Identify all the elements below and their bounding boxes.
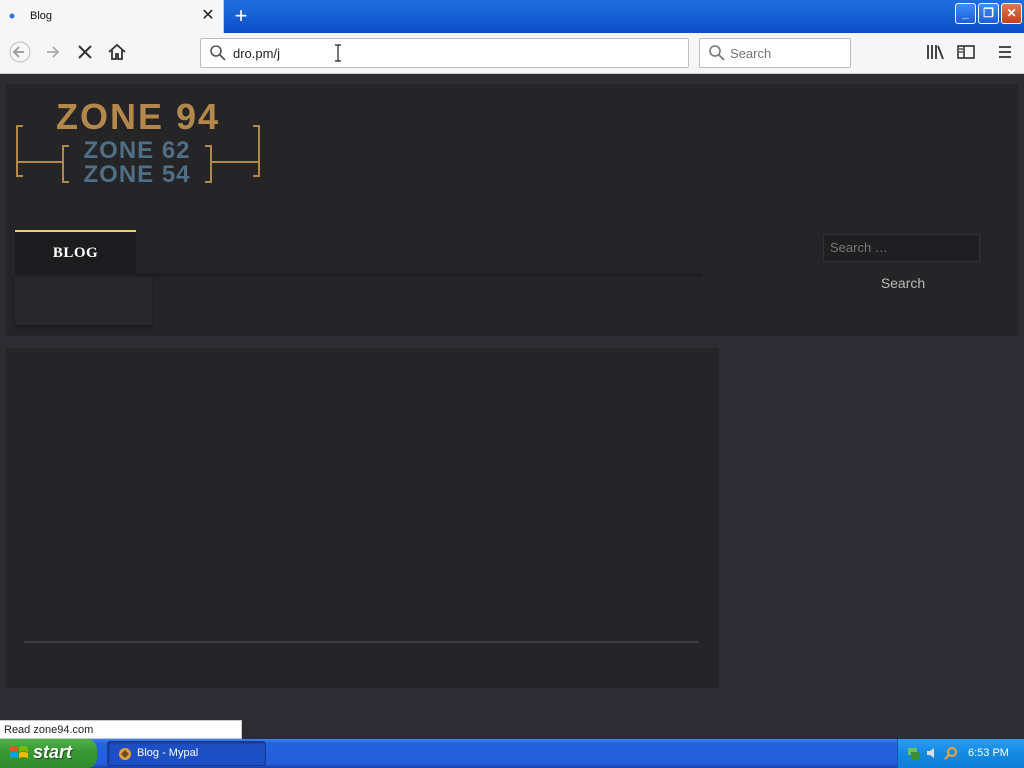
taskbar-item-browser[interactable]: Blog - Mypal [107, 741, 266, 766]
mypal-icon [119, 748, 131, 760]
browser-search-box[interactable] [699, 38, 851, 68]
status-bar: Read zone94.com [0, 720, 242, 739]
menu-icon[interactable] [993, 41, 1017, 65]
search-icon [210, 45, 226, 61]
tab-blog[interactable]: Blog ✕ [0, 0, 224, 33]
nav-item-label: BLOG [52, 245, 99, 261]
windows-logo-icon [10, 746, 28, 758]
content-divider [24, 641, 699, 643]
network-icon[interactable] [906, 745, 922, 761]
logo-line-2: ZONE 62 [83, 137, 190, 164]
restore-icon[interactable]: ❐ [978, 3, 999, 24]
clock: 6:53 PM [968, 747, 1009, 759]
sidebar-icon[interactable] [954, 41, 978, 65]
system-tray: 6:53 PM [897, 739, 1024, 768]
logo-line-3: ZONE 54 [83, 161, 190, 188]
forward-icon[interactable] [41, 41, 65, 65]
new-tab-icon[interactable]: + [229, 4, 253, 28]
tab-strip: Blog ✕ + _ ❐ ✕ [0, 0, 1024, 33]
home-icon[interactable] [105, 41, 129, 65]
text-cursor-icon [335, 44, 341, 62]
browser-search-input[interactable] [730, 44, 845, 62]
site-logo[interactable]: ZONE 94 ZONE 62 ZONE 54 [15, 96, 261, 196]
tab-title: Blog [30, 10, 53, 22]
stop-icon[interactable] [73, 41, 97, 65]
search-icon [709, 45, 725, 61]
logo-line-1: ZONE 94 [56, 96, 220, 137]
loading-dot-icon [9, 13, 15, 19]
site-search-input[interactable]: Search … [823, 234, 980, 262]
minimize-icon[interactable]: _ [955, 3, 976, 24]
nav-bar [136, 273, 702, 277]
url-text[interactable]: dro.pm/j [233, 46, 280, 61]
nav-item-blog[interactable]: BLOG [15, 230, 136, 275]
site-header: ZONE 94 ZONE 62 ZONE 54 BLOG Search … Se… [6, 84, 1018, 336]
main-content [6, 348, 719, 688]
tab-close-icon[interactable]: ✕ [199, 7, 217, 25]
web-page: ZONE 94 ZONE 62 ZONE 54 BLOG Search … Se… [0, 75, 1024, 739]
nav-dropdown [15, 277, 152, 325]
back-icon[interactable] [8, 41, 32, 65]
site-search-button[interactable]: Search [863, 272, 943, 294]
taskbar: start Blog - Mypal 6:53 PM [0, 739, 1024, 768]
library-icon[interactable] [923, 41, 947, 65]
start-button[interactable]: start [0, 739, 97, 768]
address-bar[interactable]: dro.pm/j [200, 38, 689, 68]
nav-toolbar: dro.pm/j [0, 33, 1024, 74]
volume-icon[interactable] [925, 745, 941, 761]
taskbar-item-label: Blog - Mypal [137, 747, 199, 759]
start-label: start [33, 742, 73, 762]
search-tray-icon[interactable] [943, 745, 959, 761]
window-close-icon[interactable]: ✕ [1001, 3, 1022, 24]
